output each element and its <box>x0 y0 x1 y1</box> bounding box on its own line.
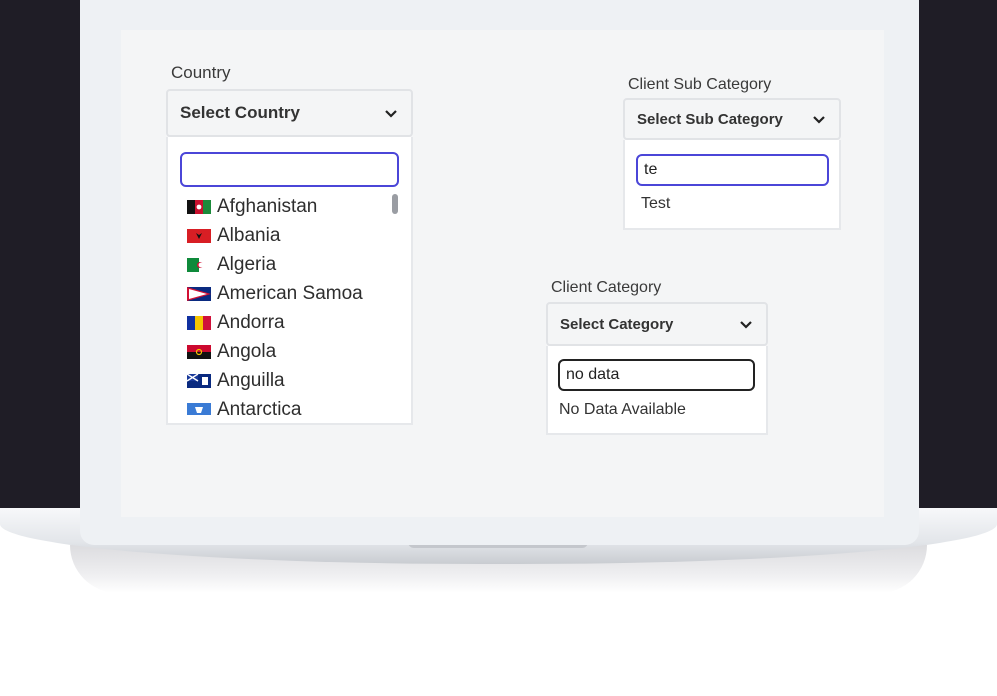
chevron-down-icon <box>385 110 397 118</box>
sub-category-select[interactable]: Select Sub Category <box>623 98 841 140</box>
sub-category-result-test[interactable]: Test <box>641 195 670 213</box>
country-option-label: Anguilla <box>217 370 285 391</box>
country-search-input[interactable] <box>180 152 399 187</box>
country-option-label: Algeria <box>217 254 277 275</box>
chevron-down-icon <box>740 321 752 329</box>
category-select-text: Select Category <box>560 315 674 333</box>
category-empty-text: No Data Available <box>559 401 686 418</box>
country-option-albania[interactable]: Albania <box>187 225 280 247</box>
country-select-text: Select Country <box>180 103 300 122</box>
country-option-label: Andorra <box>217 312 285 333</box>
angola-flag-icon <box>187 345 211 359</box>
anguilla-flag-icon <box>187 374 211 388</box>
country-option-label: Afghanistan <box>217 196 318 217</box>
american-samoa-flag-icon <box>187 287 211 301</box>
category-label: Client Category <box>551 279 662 296</box>
sub-category-label: Client Sub Category <box>628 76 772 93</box>
country-option-label: Angola <box>217 341 277 362</box>
category-search-input[interactable] <box>558 359 755 391</box>
country-label: Country <box>171 63 231 82</box>
country-option-clip: Antarctica <box>168 399 411 415</box>
country-option-afghanistan[interactable]: Afghanistan <box>187 196 317 218</box>
sub-category-search-input[interactable] <box>636 154 829 186</box>
antarctica-flag-icon <box>187 403 211 415</box>
afghanistan-flag-icon <box>187 200 211 214</box>
country-option-label: Antarctica <box>217 399 302 415</box>
andorra-flag-icon <box>187 316 211 330</box>
sub-category-select-text: Select Sub Category <box>637 110 783 128</box>
country-scrollbar-thumb[interactable] <box>392 194 398 214</box>
country-select[interactable]: Select Country <box>166 89 413 137</box>
country-option-anguilla[interactable]: Anguilla <box>187 370 285 392</box>
country-option-antarctica[interactable]: Antarctica <box>187 399 301 415</box>
country-option-american-samoa[interactable]: American Samoa <box>187 283 363 305</box>
country-option-andorra[interactable]: Andorra <box>187 312 285 334</box>
country-option-angola[interactable]: Angola <box>187 341 276 363</box>
chevron-down-icon <box>813 116 825 124</box>
country-option-label: American Samoa <box>217 283 363 304</box>
category-select[interactable]: Select Category <box>546 302 768 346</box>
country-option-algeria[interactable]: Algeria <box>187 254 276 276</box>
algeria-flag-icon <box>187 258 211 272</box>
country-option-label: Albania <box>217 225 281 246</box>
albania-flag-icon <box>187 229 211 243</box>
